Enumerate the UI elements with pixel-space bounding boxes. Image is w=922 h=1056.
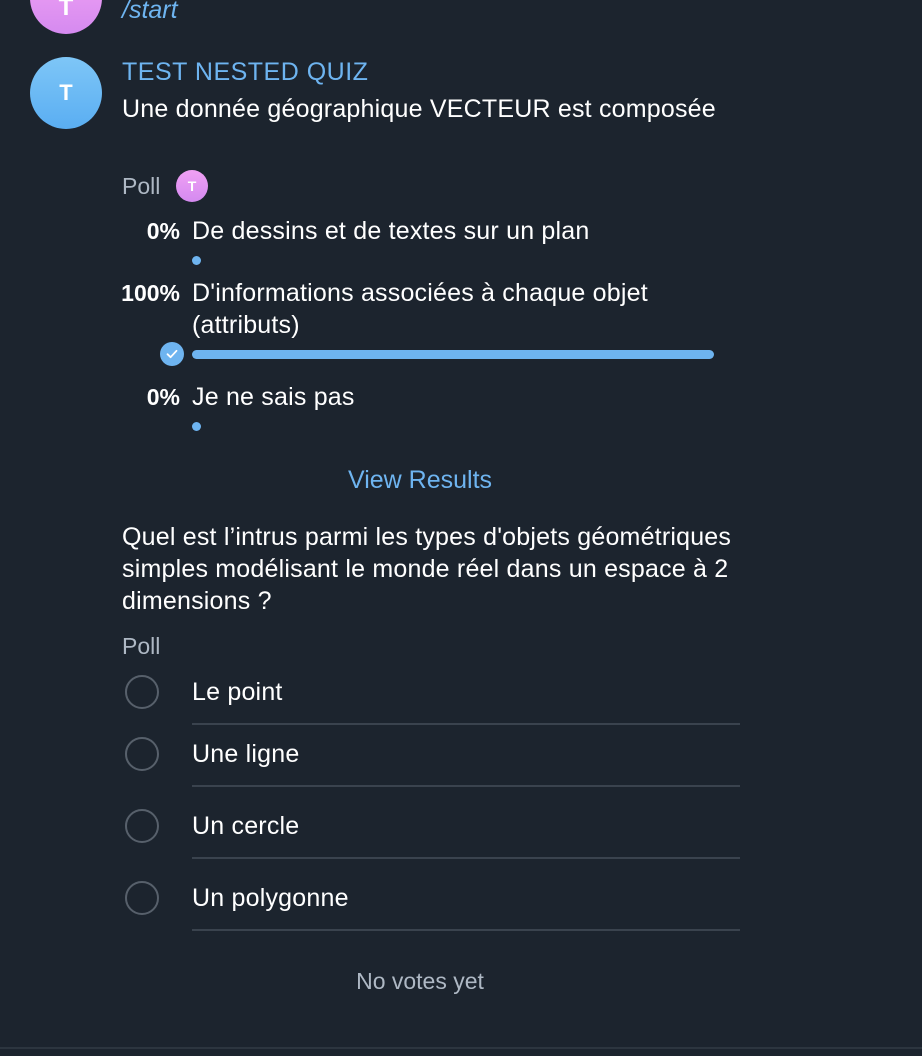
poll-option-percent: 0%	[146, 384, 180, 410]
poll-option-radio[interactable]	[125, 737, 159, 771]
poll-result-bar	[192, 256, 201, 265]
poll-type-label: Poll	[122, 173, 161, 199]
bot-command-link[interactable]: /start	[122, 0, 178, 25]
poll-option-text: Je ne sais pas	[192, 383, 355, 411]
poll-option-percent: 0%	[146, 218, 180, 244]
poll-option-radio[interactable]	[125, 809, 159, 843]
poll-option-radio[interactable]	[125, 881, 159, 915]
sender-avatar-prev[interactable]: T	[30, 0, 102, 34]
voter-avatar: T	[176, 170, 208, 202]
sender-name[interactable]: TEST NESTED QUIZ	[122, 58, 368, 87]
view-results-button[interactable]: View Results	[122, 466, 718, 495]
option-divider	[192, 785, 740, 787]
poll-option-text[interactable]: Une ligne	[192, 740, 299, 769]
chosen-check-icon	[160, 342, 184, 366]
poll-option-text: De dessins et de textes sur un plan	[192, 217, 590, 245]
poll-option-text[interactable]: Un cercle	[192, 812, 299, 841]
poll-footer-status: No votes yet	[356, 968, 484, 994]
voter-avatar-letter: T	[187, 178, 197, 194]
poll-option-percent: 100%	[121, 280, 180, 306]
option-divider	[192, 857, 740, 859]
poll-option-text[interactable]: Le point	[192, 678, 283, 707]
sender-avatar[interactable]: T	[30, 57, 102, 129]
avatar-letter: T	[58, 0, 74, 21]
poll-result-bar	[192, 422, 201, 431]
poll-result-bar	[192, 350, 714, 359]
poll-question: Quel est l’intrus parmi les types d'obje…	[122, 523, 732, 615]
option-divider	[192, 723, 740, 725]
poll-question: Une donnée géographique VECTEUR est comp…	[122, 95, 716, 123]
poll-option-text: D'informations associées à chaque objet …	[192, 279, 648, 339]
poll-option-text[interactable]: Un polygonne	[192, 884, 349, 913]
poll-option-radio[interactable]	[125, 675, 159, 709]
avatar-letter: T	[59, 80, 73, 105]
message-separator	[0, 1047, 922, 1049]
poll-type-label: Poll	[122, 633, 161, 659]
option-divider	[192, 929, 740, 931]
